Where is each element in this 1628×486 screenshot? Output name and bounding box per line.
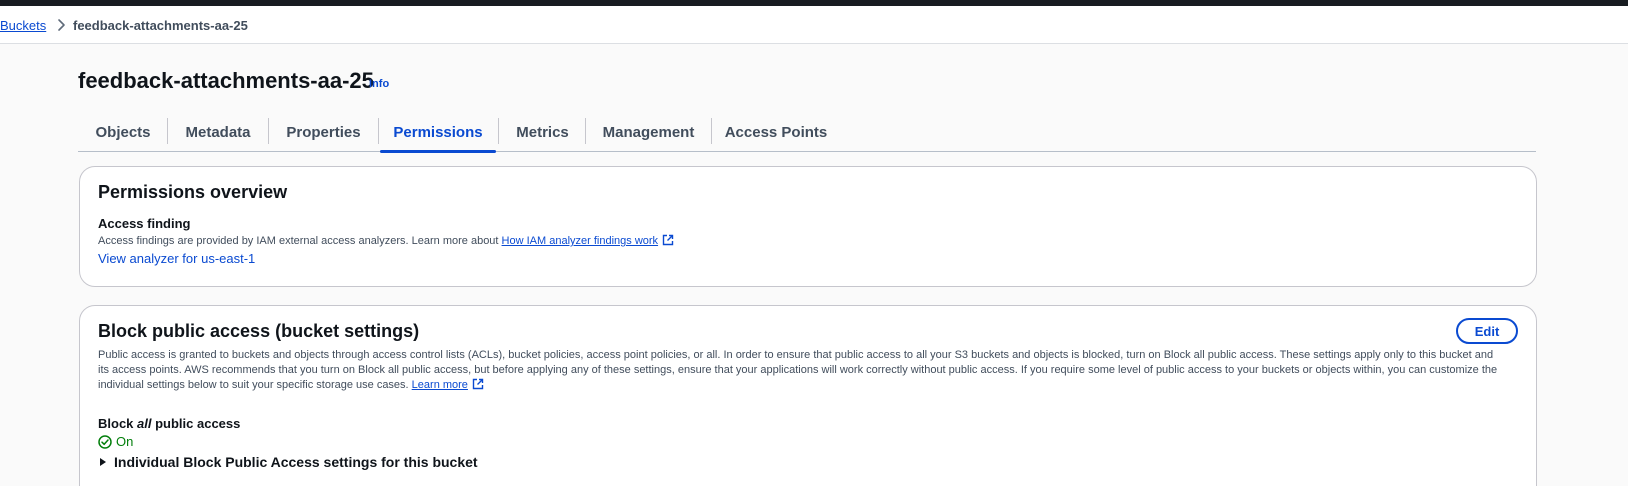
tab-objects[interactable]: Objects <box>78 112 168 152</box>
individual-settings-expander[interactable]: Individual Block Public Access settings … <box>98 454 478 470</box>
external-link-icon[interactable] <box>662 234 674 251</box>
tab-metadata[interactable]: Metadata <box>168 112 268 152</box>
external-link-icon[interactable] <box>472 378 484 395</box>
block-public-access-heading: Block public access (bucket settings) <box>98 321 420 341</box>
access-finding-description: Access findings are provided by IAM exte… <box>98 234 674 251</box>
learn-more-link[interactable]: Learn more <box>412 379 468 391</box>
access-finding-text: Access findings are provided by IAM exte… <box>98 235 502 247</box>
tab-divider <box>378 118 379 144</box>
permissions-overview-heading: Permissions overview <box>98 182 288 202</box>
permissions-overview-panel: Permissions overview Access finding Acce… <box>79 166 1537 287</box>
breadcrumb-buckets-link[interactable]: Buckets <box>0 18 46 33</box>
check-circle-icon <box>98 434 112 449</box>
breadcrumb: Buckets feedback-attachments-aa-25 <box>0 6 1628 44</box>
caret-right-icon <box>100 458 106 466</box>
description-text: Public access is granted to buckets and … <box>98 349 1498 391</box>
expander-label: Individual Block Public Access settings … <box>114 454 478 470</box>
info-link[interactable]: Info <box>369 78 389 90</box>
iam-analyzer-findings-link[interactable]: How IAM analyzer findings work <box>502 235 659 247</box>
status-text: On <box>116 434 134 449</box>
block-all-emphasis: all <box>137 416 152 431</box>
block-all-public-access-label: Block all public access <box>98 416 240 431</box>
block-all-prefix: Block <box>98 416 138 431</box>
view-analyzer-link[interactable]: View analyzer for us-east-1 <box>98 251 255 266</box>
tab-access-points[interactable]: Access Points <box>712 112 840 152</box>
status-indicator: On <box>98 434 133 449</box>
block-public-access-panel: Block public access (bucket settings) Ed… <box>79 305 1537 486</box>
tab-permissions[interactable]: Permissions <box>380 112 496 153</box>
breadcrumb-current: feedback-attachments-aa-25 <box>73 18 248 33</box>
tab-management[interactable]: Management <box>586 112 711 152</box>
edit-button[interactable]: Edit <box>1456 318 1518 344</box>
block-all-suffix: public access <box>151 416 241 431</box>
tab-properties[interactable]: Properties <box>269 112 378 152</box>
page-title: feedback-attachments-aa-25 <box>78 68 374 93</box>
access-finding-label: Access finding <box>98 216 191 231</box>
block-public-access-description: Public access is granted to buckets and … <box>98 348 1498 395</box>
chevron-right-icon <box>54 18 68 32</box>
tab-metrics[interactable]: Metrics <box>499 112 586 152</box>
tab-bar: Objects Metadata Properties Permissions … <box>78 112 1536 153</box>
